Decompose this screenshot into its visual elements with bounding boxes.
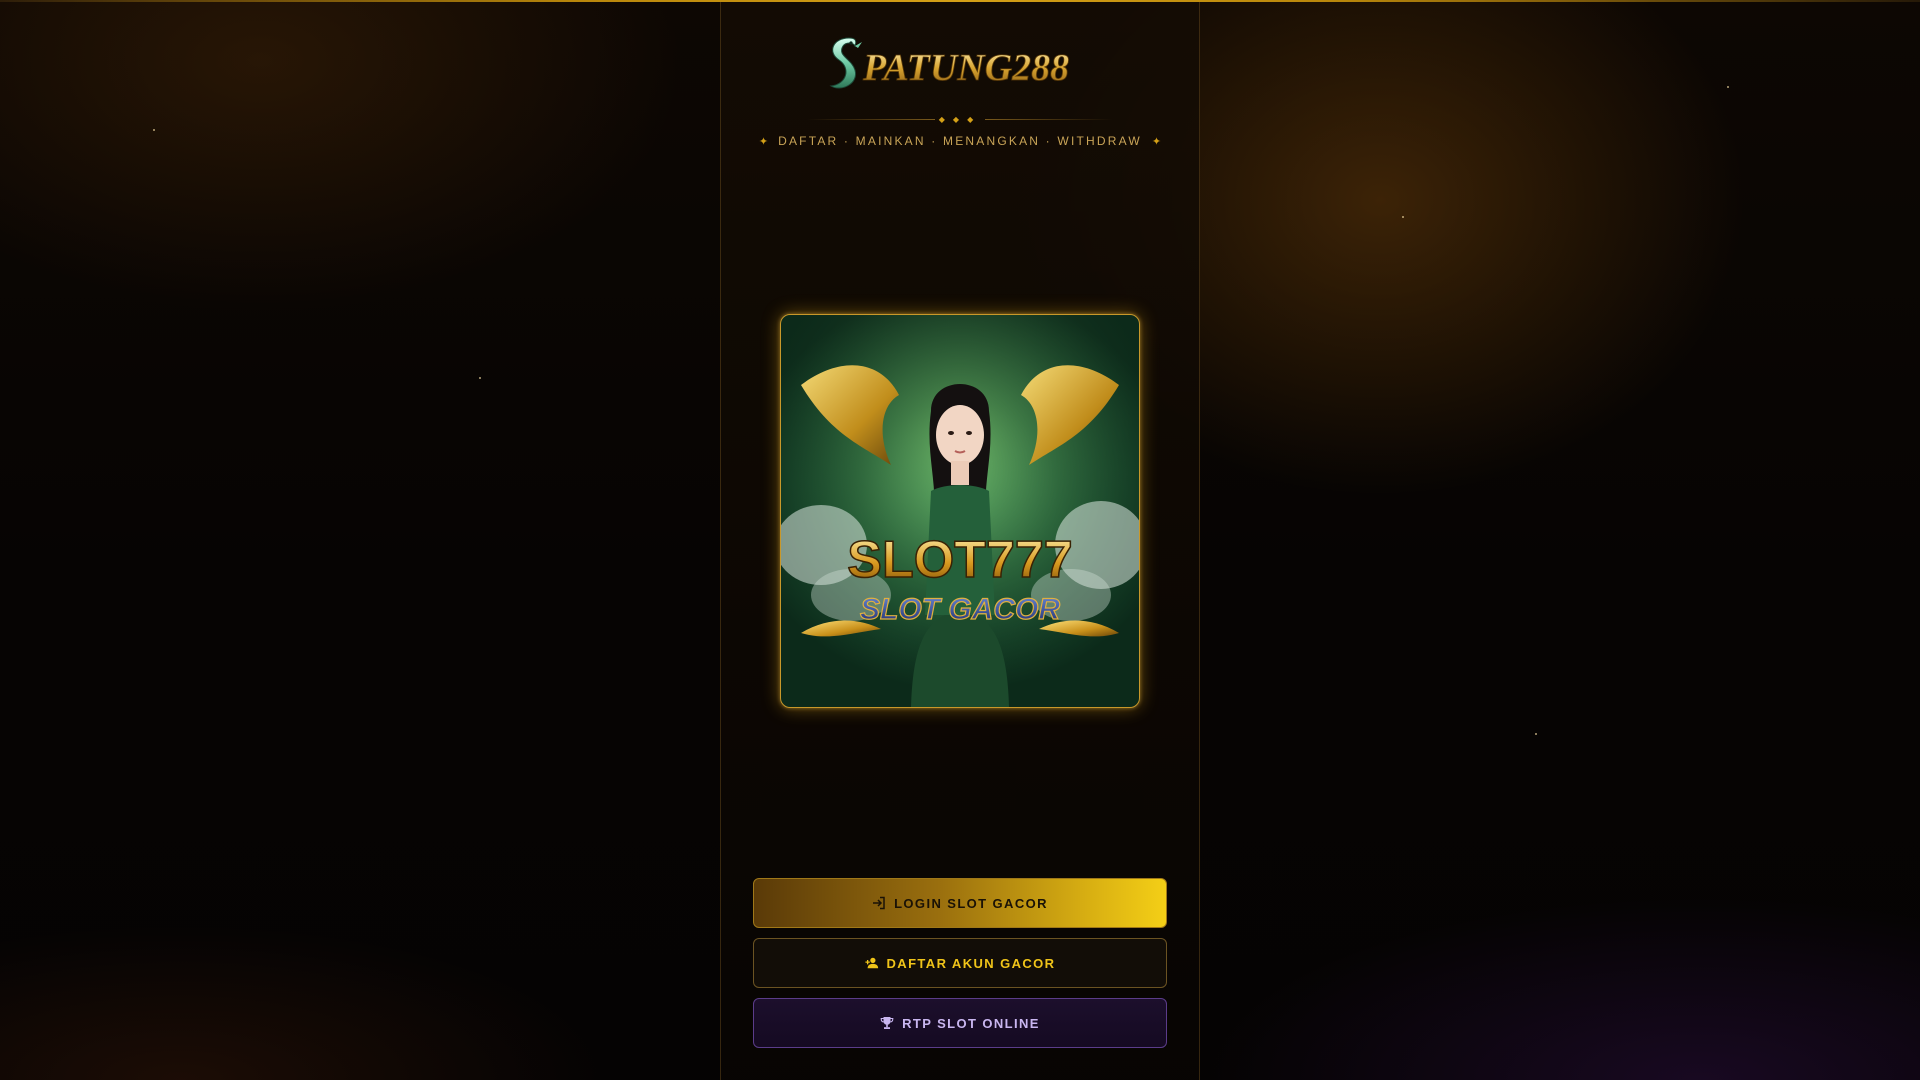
promo-banner[interactable]: SLOT777 SLOT GACOR xyxy=(780,314,1140,708)
brand-logo[interactable]: PATUNG288 xyxy=(721,28,1199,98)
login-button-label: LOGIN SLOT GACOR xyxy=(894,895,1048,911)
background-sparkle xyxy=(1535,733,1537,735)
background-sparkle xyxy=(479,377,481,379)
background-sparkle xyxy=(1402,216,1404,218)
action-buttons: LOGIN SLOT GACOR DAFTAR AKUN GACOR RTP S… xyxy=(753,878,1167,1058)
rtp-button-label: RTP SLOT ONLINE xyxy=(902,1015,1040,1031)
background-sparkle xyxy=(1727,86,1729,88)
register-button[interactable]: DAFTAR AKUN GACOR xyxy=(753,938,1167,988)
ornament-divider: ◆◆◆ xyxy=(807,114,1113,126)
sparkle-icon: ✦ xyxy=(758,136,769,148)
sparkle-icon: ✦ xyxy=(1151,136,1162,148)
register-button-label: DAFTAR AKUN GACOR xyxy=(886,955,1056,971)
trophy-icon xyxy=(880,1016,894,1030)
login-icon xyxy=(872,896,886,910)
divider-line-left xyxy=(807,119,935,120)
banner-subtitle: SLOT GACOR xyxy=(860,593,1060,626)
divider-line-right xyxy=(985,119,1113,120)
page: PATUNG288 ◆◆◆ ✦ DAFTAR · MAINKAN · MENANG… xyxy=(0,0,1920,1080)
main-column: PATUNG288 ◆◆◆ ✦ DAFTAR · MAINKAN · MENANG… xyxy=(720,2,1200,1080)
background-sparkle xyxy=(153,129,155,131)
dragon-icon xyxy=(829,37,862,89)
banner-artwork: SLOT777 SLOT GACOR xyxy=(781,315,1139,707)
logo-wordmark: PATUNG288 xyxy=(862,47,1069,89)
tagline: ✦ DAFTAR · MAINKAN · MENANGKAN · WITHDRAW… xyxy=(721,133,1199,150)
divider-diamonds: ◆◆◆ xyxy=(938,115,982,124)
logo-graphic: PATUNG288 xyxy=(829,37,1070,89)
user-plus-icon xyxy=(864,956,879,970)
tagline-text: DAFTAR · MAINKAN · MENANGKAN · WITHDRAW xyxy=(778,134,1142,148)
banner-title: SLOT777 xyxy=(847,531,1072,589)
rtp-button[interactable]: RTP SLOT ONLINE xyxy=(753,998,1167,1048)
login-button[interactable]: LOGIN SLOT GACOR xyxy=(753,878,1167,928)
